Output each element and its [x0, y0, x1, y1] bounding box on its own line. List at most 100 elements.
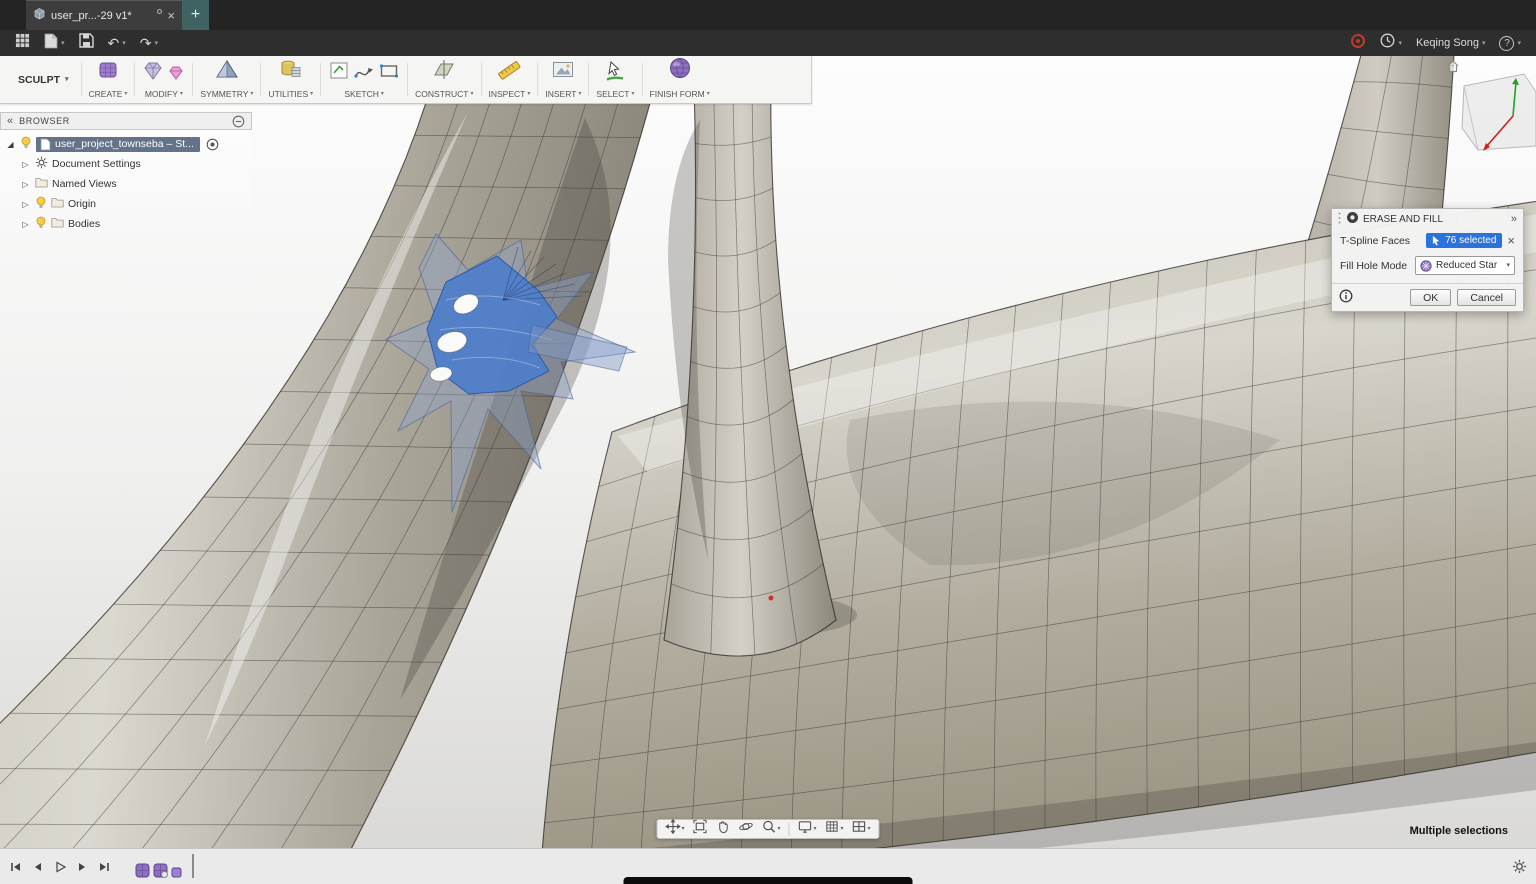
zoom-button[interactable]: ▾ [758, 819, 783, 839]
browser-title: BROWSER [19, 116, 70, 126]
clock-icon [1380, 33, 1395, 53]
visibility-bulb-icon[interactable] [35, 216, 47, 232]
caret-down-icon: ▾ [868, 826, 871, 832]
modify-menu[interactable]: MODIFY▾ [145, 89, 183, 99]
play-button[interactable] [53, 860, 67, 874]
job-status-button[interactable] [1345, 32, 1371, 54]
ribbon-group-modify: MODIFY▾ [137, 56, 190, 103]
tree-item-label: Origin [68, 198, 96, 210]
titlebar: user_pr...-29 v1* × + [0, 0, 1536, 30]
ribbon-group-insert: INSERT▾ [540, 56, 586, 103]
symmetry-menu[interactable]: SYMMETRY▾ [200, 89, 253, 99]
select-menu[interactable]: SELECT▾ [596, 89, 634, 99]
drag-grip-icon[interactable] [1337, 211, 1342, 228]
timeline-options-button[interactable] [1512, 859, 1527, 874]
selection-chip[interactable]: 76 selected [1426, 233, 1502, 248]
undo-button[interactable]: ↶▾ [103, 32, 131, 54]
go-to-start-button[interactable] [9, 860, 23, 874]
close-tab-icon[interactable]: × [167, 9, 175, 22]
utilities-stack-icon[interactable] [279, 58, 303, 87]
go-to-end-button[interactable] [97, 860, 111, 874]
info-icon[interactable] [1339, 289, 1353, 306]
create-menu[interactable]: CREATE▾ [89, 89, 128, 99]
ribbon-separator [588, 63, 589, 96]
sketch-pad-icon[interactable] [328, 60, 350, 87]
clear-selection-icon[interactable]: × [1507, 234, 1515, 247]
notifications-button[interactable]: ▾ [1375, 32, 1407, 54]
timeline-features [135, 856, 197, 878]
fill-hole-mode-select[interactable]: Reduced Star ▾ [1415, 256, 1515, 275]
form-feature-icon[interactable] [135, 863, 150, 878]
workspace-switcher-button[interactable]: SCULPT▾ [8, 56, 79, 103]
help-button[interactable]: ?▾ [1494, 32, 1526, 54]
tree-row-named-views[interactable]: ▷ Named Views [0, 174, 252, 194]
sketch-menu[interactable]: SKETCH▾ [344, 89, 384, 99]
dialog-header[interactable]: ERASE AND FILL » [1332, 209, 1523, 229]
orbit-button[interactable] [735, 819, 756, 839]
tree-row-root[interactable]: ◢ user_project_townseba – St... [0, 134, 252, 154]
create-box-icon[interactable] [96, 58, 120, 87]
activate-target-icon[interactable] [206, 138, 219, 151]
spline-arrow-icon[interactable] [353, 60, 375, 87]
expand-closed-icon[interactable]: ▷ [20, 200, 31, 209]
file-menu-button[interactable]: ▾ [39, 32, 70, 54]
insert-image-icon[interactable] [551, 58, 575, 87]
display-settings-button[interactable]: ▾ [794, 819, 819, 839]
expand-dialog-icon[interactable]: » [1511, 213, 1518, 225]
select-cursor-icon[interactable] [604, 60, 626, 87]
ok-button[interactable]: OK [1410, 289, 1451, 306]
ribbon-group-inspect: INSPECT▾ [484, 56, 536, 103]
visibility-bulb-icon[interactable] [20, 136, 32, 152]
user-account-button[interactable]: Keqing Song▾ [1411, 32, 1491, 54]
monitor-icon [797, 819, 812, 839]
viewports-button[interactable]: ▾ [849, 819, 874, 839]
expand-closed-icon[interactable]: ▷ [20, 160, 31, 169]
inspect-ruler-icon[interactable] [497, 58, 521, 87]
new-tab-button[interactable]: + [182, 0, 209, 30]
quick-access-toolbar: ▾ ↶▾ ↷▾ ▾ Keqing Song▾ ?▾ [0, 30, 1536, 56]
document-icon [33, 7, 46, 25]
magnifier-icon [761, 819, 776, 839]
expand-closed-icon[interactable]: ▷ [20, 220, 31, 229]
form-feature-icon[interactable] [153, 863, 168, 878]
modify-gem-pink-icon[interactable] [167, 64, 185, 87]
construct-plane-icon[interactable] [432, 58, 456, 87]
form-feature-small-icon[interactable] [171, 867, 182, 878]
status-selection-text: Multiple selections [1410, 825, 1508, 837]
symmetry-cone-icon[interactable] [215, 58, 239, 87]
tree-row-origin[interactable]: ▷ Origin [0, 194, 252, 214]
navbar-divider [788, 823, 789, 836]
minimize-panel-icon[interactable] [232, 115, 245, 128]
pan-hand-button[interactable] [712, 819, 733, 839]
tree-row-document-settings[interactable]: ▷ Document Settings [0, 154, 252, 174]
utilities-menu[interactable]: UTILITIES▾ [268, 89, 313, 99]
redo-button[interactable]: ↷▾ [135, 32, 163, 54]
insert-menu[interactable]: INSERT▾ [545, 89, 581, 99]
app-launcher-button[interactable] [10, 32, 35, 54]
tree-row-bodies[interactable]: ▷ Bodies [0, 214, 252, 234]
inspect-menu[interactable]: INSPECT▾ [489, 89, 531, 99]
caret-down-icon: ▾ [155, 40, 159, 47]
rectangle-tool-icon[interactable] [378, 60, 400, 87]
construct-menu[interactable]: CONSTRUCT▾ [415, 89, 473, 99]
timeline-position-marker[interactable] [188, 854, 197, 878]
finish-form-menu[interactable]: FINISH FORM▾ [650, 89, 710, 99]
collapse-panel-icon[interactable]: « [7, 116, 13, 127]
save-button[interactable] [74, 32, 99, 54]
step-back-button[interactable] [31, 860, 45, 874]
document-tab[interactable]: user_pr...-29 v1* × [26, 0, 182, 30]
cancel-button[interactable]: Cancel [1457, 289, 1516, 306]
fit-view-button[interactable] [689, 819, 710, 839]
browser-header[interactable]: « BROWSER [0, 112, 252, 130]
modify-gem-icon[interactable] [142, 60, 164, 87]
caret-down-icon: ▾ [180, 91, 183, 97]
caret-down-icon: ▾ [65, 76, 69, 83]
root-document-item[interactable]: user_project_townseba – St... [36, 137, 200, 152]
finish-form-sphere-icon[interactable] [667, 56, 693, 87]
grid-layout-button[interactable]: ▾ [822, 819, 847, 839]
step-forward-button[interactable] [75, 860, 89, 874]
visibility-bulb-icon[interactable] [35, 196, 47, 212]
expand-closed-icon[interactable]: ▷ [20, 180, 31, 189]
pan-mode-button[interactable]: ▾ [662, 819, 687, 839]
expand-open-icon[interactable]: ◢ [5, 140, 16, 149]
